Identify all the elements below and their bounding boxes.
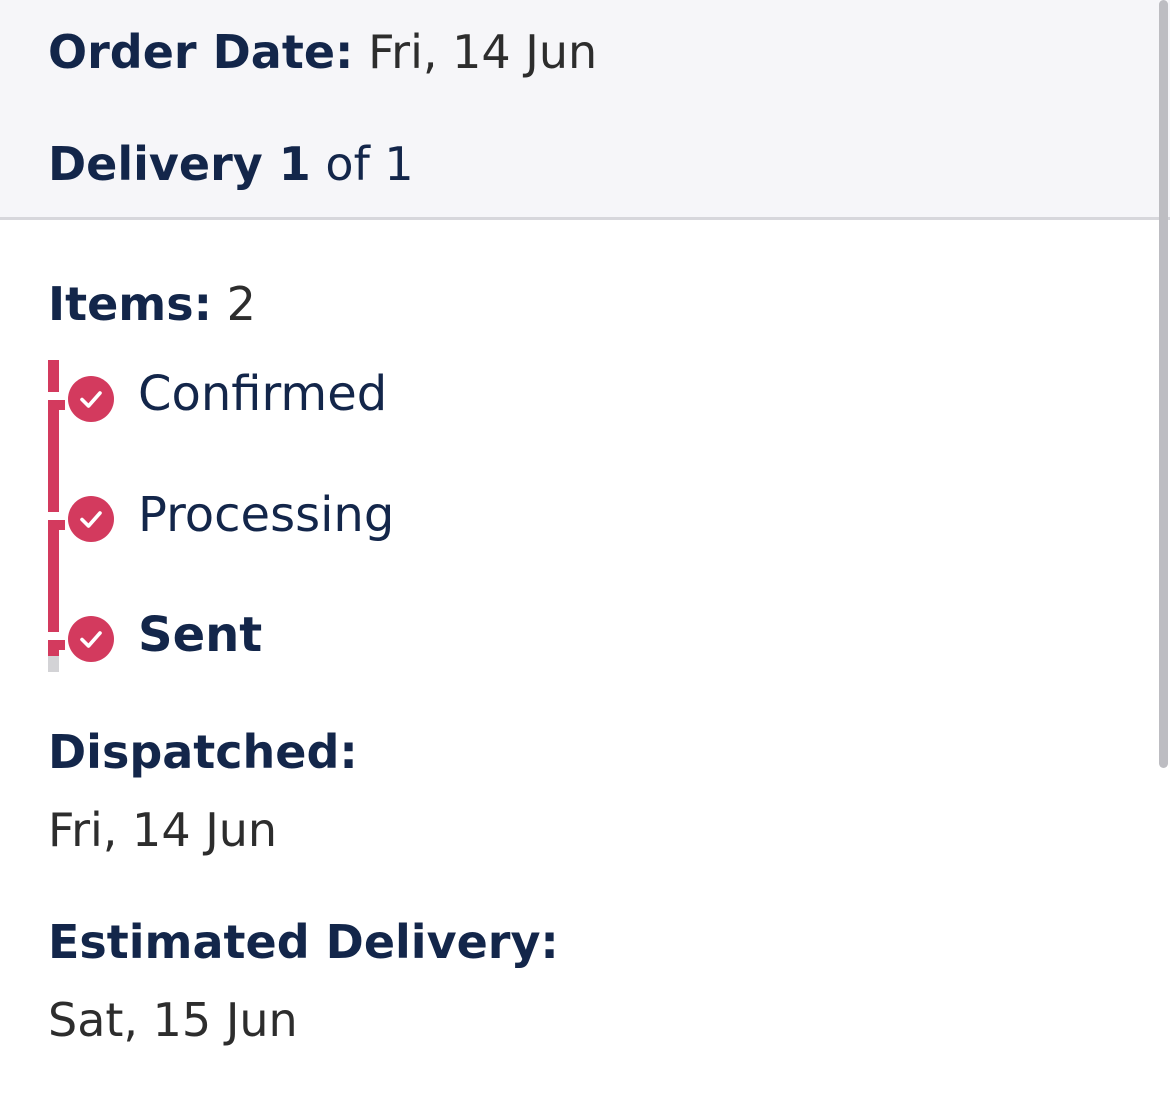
- step-confirmed-label: Confirmed: [138, 366, 388, 422]
- timeline-tick: [48, 520, 65, 530]
- order-date-label: Order Date:: [48, 25, 354, 79]
- items-row: Items: 2: [48, 276, 256, 332]
- estimated-delivery-label: Estimated Delivery:: [48, 915, 559, 969]
- items-count: 2: [226, 277, 256, 331]
- delivery-count-row: Delivery 1 of 1: [48, 136, 414, 192]
- delivery-status-timeline: Confirmed Processing Sent: [48, 360, 548, 672]
- order-tracking-page: Order Date: Fri, 14 Jun Delivery 1 of 1 …: [0, 0, 1170, 1097]
- timeline-gap: [48, 392, 59, 400]
- estimated-delivery-date: Sat, 15 Jun: [48, 993, 298, 1047]
- order-summary-header: Order Date: Fri, 14 Jun Delivery 1 of 1: [0, 0, 1170, 220]
- step-processing-label: Processing: [138, 487, 395, 543]
- timeline-rail-remaining: [48, 656, 59, 672]
- check-circle-icon: [68, 616, 114, 662]
- items-label: Items:: [48, 277, 213, 331]
- dispatched-date: Fri, 14 Jun: [48, 803, 278, 857]
- timeline-gap: [48, 632, 59, 640]
- check-circle-icon: [68, 496, 114, 542]
- step-sent-label: Sent: [138, 607, 263, 663]
- check-circle-icon: [68, 376, 114, 422]
- order-date-row: Order Date: Fri, 14 Jun: [48, 24, 597, 80]
- timeline-tick: [48, 640, 65, 650]
- order-date-value: Fri, 14 Jun: [368, 25, 598, 79]
- timeline-tick: [48, 400, 65, 410]
- dispatched-label: Dispatched:: [48, 725, 358, 779]
- delivery-total: of 1: [325, 137, 414, 191]
- delivery-label: Delivery 1: [48, 137, 311, 191]
- timeline-gap: [48, 512, 59, 520]
- vertical-scrollbar[interactable]: [1159, 0, 1168, 768]
